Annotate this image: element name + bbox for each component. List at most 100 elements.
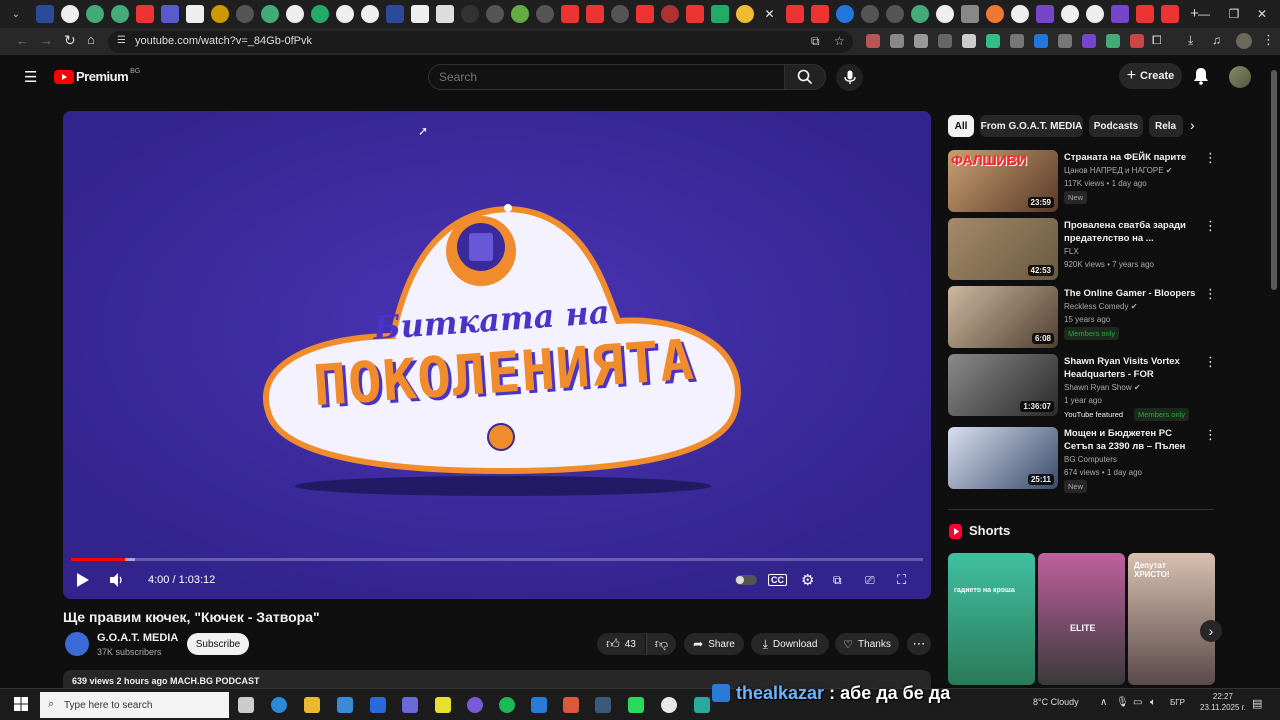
tab-favicon[interactable]	[485, 5, 504, 23]
rec-channel[interactable]: BG Computers	[1064, 455, 1117, 464]
chip-all[interactable]: All	[948, 115, 974, 137]
extension-icon[interactable]	[1106, 34, 1120, 48]
short-thumbnail[interactable]: ELITE	[1038, 553, 1125, 685]
rec-title[interactable]: Страната на ФЕЙК парите	[1064, 151, 1202, 164]
tab-favicon[interactable]	[235, 5, 254, 23]
rec-title[interactable]: Shawn Ryan Visits Vortex Headquarters - …	[1064, 355, 1202, 382]
video-thumbnail[interactable]: ФАЛШИВИ 23:59	[948, 150, 1058, 212]
video-thumbnail[interactable]: 25:11	[948, 427, 1058, 489]
progress-bar[interactable]	[71, 558, 923, 561]
dislike-button[interactable]: 👎︎	[646, 633, 676, 655]
tab-favicon[interactable]	[935, 5, 954, 23]
subscribe-button[interactable]: Subscribe	[187, 633, 249, 655]
tab-favicon[interactable]	[335, 5, 354, 23]
rec-title[interactable]: Провалена сватба заради предателство на …	[1064, 219, 1202, 245]
reload-icon[interactable]: ↻	[64, 32, 76, 49]
home-icon[interactable]: ⌂	[87, 32, 95, 47]
extension-icon[interactable]	[866, 34, 880, 48]
rec-channel[interactable]: Shawn Ryan Show ✔	[1064, 383, 1141, 392]
network-icon[interactable]: ▭	[1133, 697, 1142, 708]
notification-center-icon[interactable]: ▤	[1252, 697, 1262, 710]
miniplayer-button[interactable]: ⧉	[833, 569, 842, 591]
tab-favicon[interactable]	[1135, 5, 1154, 23]
close-tab-icon[interactable]: ✕	[761, 5, 779, 23]
video-thumbnail[interactable]: 42:53	[948, 218, 1058, 280]
tab-favicon[interactable]	[1010, 5, 1029, 23]
scrollbar-thumb[interactable]	[1271, 70, 1277, 290]
recommendation-item[interactable]: ФАЛШИВИ 23:59 Страната на ФЕЙК парите Ца…	[948, 150, 1218, 212]
tab-favicon[interactable]	[460, 5, 479, 23]
tab-favicon[interactable]	[385, 5, 404, 23]
tab-favicon[interactable]	[135, 5, 154, 23]
rec-channel[interactable]: Reckless Comedy ✔	[1064, 302, 1137, 311]
close-window-icon[interactable]: ✕	[1246, 0, 1278, 28]
tab-favicon[interactable]	[635, 5, 654, 23]
video-thumbnail[interactable]: 6:08	[948, 286, 1058, 348]
browser-menu-icon[interactable]: ⋮	[1262, 32, 1275, 48]
task-view-icon[interactable]	[238, 697, 254, 713]
tab-favicon[interactable]	[910, 5, 929, 23]
volume-tray-icon[interactable]: 🔈︎	[1150, 697, 1156, 708]
kebab-menu-icon[interactable]: ⋮	[1204, 219, 1217, 234]
rec-title[interactable]: The Online Gamer - Bloopers	[1064, 287, 1202, 300]
tab-favicon[interactable]	[960, 5, 979, 23]
settings-button[interactable]: ⚙	[801, 569, 814, 591]
tab-favicon[interactable]	[1110, 5, 1129, 23]
app-icon[interactable]	[435, 697, 451, 713]
install-app-icon[interactable]: ⧉	[811, 34, 820, 49]
tab-favicon[interactable]	[660, 5, 679, 23]
tab-favicon[interactable]	[685, 5, 704, 23]
extensions-puzzle-icon[interactable]: ⧠	[1152, 33, 1162, 48]
tab-favicon[interactable]	[610, 5, 629, 23]
video-thumbnail[interactable]: 1:36:07	[948, 354, 1058, 416]
captions-button[interactable]: CC	[768, 569, 787, 591]
tab-favicon[interactable]	[310, 5, 329, 23]
tab-favicon[interactable]	[510, 5, 529, 23]
extension-icon[interactable]	[938, 34, 952, 48]
extension-icon[interactable]	[914, 34, 928, 48]
minimize-icon[interactable]: —	[1188, 0, 1220, 28]
youtube-logo[interactable]: Premium BG	[54, 68, 140, 84]
short-thumbnail[interactable]: Депутат ХРИСТО!	[1128, 553, 1215, 685]
tab-favicon[interactable]	[85, 5, 104, 23]
tab-favicon[interactable]	[210, 5, 229, 23]
shorts-next-chevron-icon[interactable]: ›	[1200, 620, 1222, 642]
rec-channel[interactable]: FLX	[1064, 247, 1079, 256]
kebab-menu-icon[interactable]: ⋮	[1204, 151, 1217, 166]
tab-favicon[interactable]	[710, 5, 729, 23]
extension-icon[interactable]	[890, 34, 904, 48]
chips-next-chevron-icon[interactable]: ›	[1190, 117, 1195, 133]
extension-icon[interactable]	[1034, 34, 1048, 48]
tab-search-chevron-icon[interactable]: ⌄	[0, 0, 32, 28]
account-avatar[interactable]	[1229, 66, 1251, 88]
tab-favicon[interactable]	[435, 5, 454, 23]
tab-favicon[interactable]	[110, 5, 129, 23]
tray-chevron-icon[interactable]: ∧	[1100, 697, 1107, 708]
microphone-tray-icon[interactable]: 🎙︎	[1116, 697, 1129, 708]
search-input-container[interactable]	[428, 64, 784, 90]
recommendation-item[interactable]: 1:36:07 Shawn Ryan Visits Vortex Headqua…	[948, 354, 1218, 421]
tab-favicon[interactable]	[735, 5, 754, 23]
kebab-menu-icon[interactable]: ⋮	[1204, 355, 1217, 370]
download-button[interactable]: ⤓ Download	[751, 633, 829, 655]
taskbar-search-input[interactable]: ⌕ Type here to search	[40, 692, 229, 718]
download-icon[interactable]: ⤓	[1188, 33, 1193, 48]
media-control-icon[interactable]: ♫	[1212, 33, 1221, 47]
more-actions-button[interactable]: ⋯	[907, 633, 931, 655]
tab-favicon[interactable]	[535, 5, 554, 23]
site-info-icon[interactable]: ☰	[117, 35, 126, 46]
tab-favicon[interactable]	[1060, 5, 1079, 23]
tab-favicon[interactable]	[810, 5, 829, 23]
share-button[interactable]: ➦ Share	[684, 633, 744, 655]
app-icon[interactable]	[694, 697, 710, 713]
tab-favicon[interactable]	[60, 5, 79, 23]
recommendation-item[interactable]: 6:08 The Online Gamer - Bloopers Reckles…	[948, 286, 1218, 348]
tab-favicon[interactable]	[410, 5, 429, 23]
kebab-menu-icon[interactable]: ⋮	[1204, 428, 1217, 443]
spotify-icon[interactable]	[499, 697, 515, 713]
tab-favicon[interactable]	[35, 5, 54, 23]
windows-start-icon[interactable]	[14, 697, 28, 716]
tab-favicon[interactable]	[185, 5, 204, 23]
channel-avatar[interactable]	[65, 632, 89, 656]
recommendation-item[interactable]: 25:11 Мощен и Бюджетен PC Сетъп за 2390 …	[948, 427, 1218, 493]
